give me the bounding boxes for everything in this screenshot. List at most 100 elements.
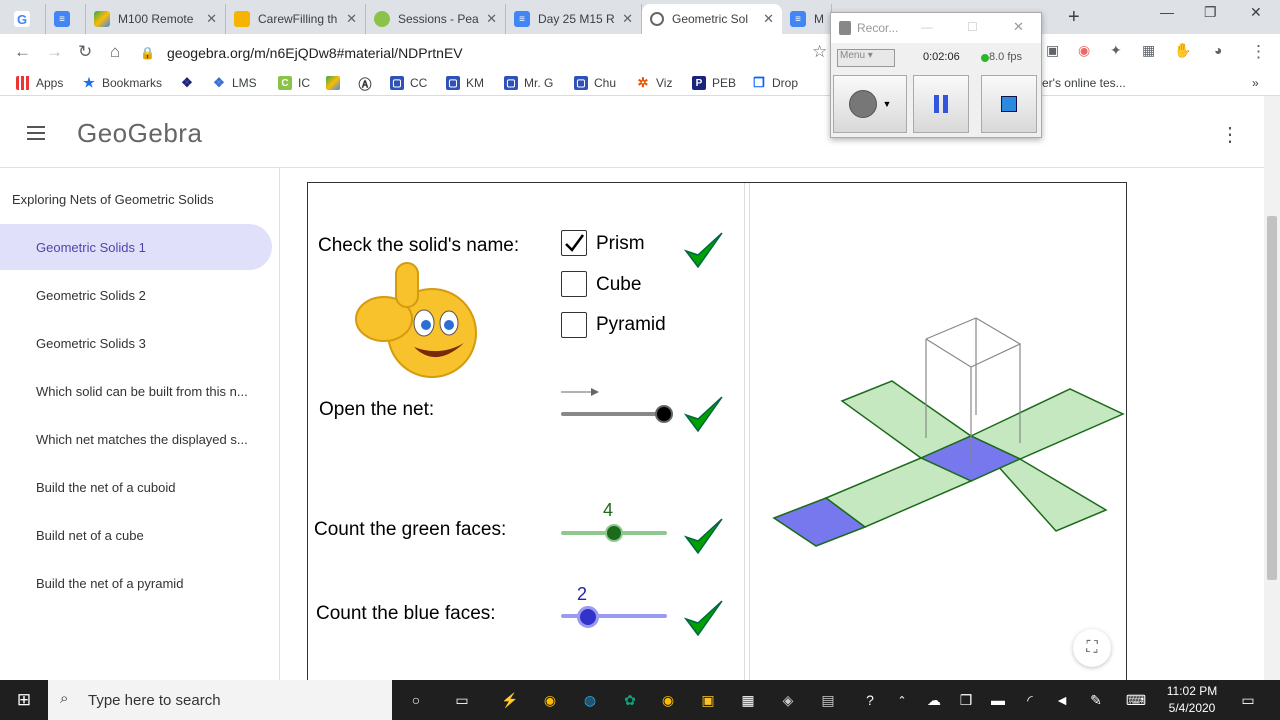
sidebar-item-net-cuboid[interactable]: Build the net of a cuboid — [0, 464, 272, 510]
bookmark-lms[interactable]: ❖ LMS — [212, 75, 257, 90]
blue-slider-knob[interactable] — [577, 606, 599, 628]
record-button[interactable]: ▼ — [833, 75, 907, 133]
more-bookmarks-icon[interactable]: » — [1252, 76, 1259, 90]
help-icon[interactable]: ? — [860, 690, 880, 710]
close-icon[interactable]: ✕ — [486, 11, 497, 27]
cube-checkbox[interactable] — [561, 271, 587, 297]
open-net-slider-knob[interactable] — [655, 405, 673, 423]
battery-icon[interactable]: ▬ — [988, 690, 1008, 710]
keyboard-icon[interactable]: ⌨ — [1126, 690, 1146, 710]
bookmark-ic[interactable]: C IC — [278, 76, 310, 90]
page-scrollbar[interactable] — [1264, 96, 1280, 680]
notifications-icon[interactable]: ▭ — [1238, 690, 1258, 710]
sidebar-item-net-pyramid[interactable]: Build the net of a pyramid — [0, 560, 272, 606]
bookmark-peb[interactable]: P PEB — [692, 76, 736, 90]
green-slider-knob[interactable] — [605, 524, 623, 542]
stop-button[interactable] — [981, 75, 1037, 133]
extension-icon[interactable]: ✋ — [1174, 42, 1191, 59]
bookmark-cc[interactable]: ▢ CC — [390, 76, 427, 90]
tab-google[interactable]: G — [6, 4, 46, 34]
scrollbar-thumb[interactable] — [1267, 216, 1277, 580]
star-icon[interactable]: ☆ — [812, 42, 827, 62]
geogebra-logo[interactable]: GeoGebra — [77, 118, 202, 149]
more-options-icon[interactable]: ⋮ — [1220, 122, 1240, 147]
tab-mc[interactable]: ≡ MC — [782, 4, 832, 34]
bookmark-km[interactable]: ▢ KM — [446, 76, 484, 90]
chrome-icon[interactable]: ◉ — [540, 690, 560, 710]
cortana-icon[interactable]: ○ — [406, 690, 426, 710]
wifi-icon[interactable]: ◜ — [1020, 690, 1040, 710]
bookmark-drive[interactable] — [326, 76, 346, 90]
maximize-button[interactable]: ☐ — [967, 20, 978, 34]
pen-icon[interactable]: ✎ — [1086, 690, 1106, 710]
minimize-button[interactable]: — — [921, 20, 933, 34]
edge-icon[interactable]: ◍ — [580, 690, 600, 710]
recorder-menu-dropdown[interactable]: Menu ▾ — [837, 49, 895, 67]
minimize-button[interactable]: — — [1160, 4, 1174, 20]
taskbar-clock[interactable]: 11:02 PM 5/4/2020 — [1160, 683, 1224, 717]
menu-icon[interactable]: ⋮ — [1250, 42, 1267, 62]
home-icon[interactable]: ⌂ — [110, 42, 120, 62]
close-icon[interactable]: ✕ — [763, 11, 774, 27]
tab-geometric-solids[interactable]: Geometric Sol ✕ — [642, 4, 782, 34]
app-icon[interactable]: ⚡ — [500, 690, 520, 710]
sidebar-item-geometric-solids-3[interactable]: Geometric Solids 3 — [0, 320, 272, 366]
chrome-icon[interactable]: ◉ — [658, 690, 678, 710]
pyramid-checkbox[interactable] — [561, 312, 587, 338]
hamburger-menu-icon[interactable] — [27, 126, 45, 140]
windows-start-icon[interactable]: ⊞ — [14, 690, 34, 710]
bookmark-drop[interactable]: ❒ Drop — [752, 75, 798, 90]
sidebar-item-net-cube[interactable]: Build net of a cube — [0, 512, 272, 558]
extension-icon[interactable]: ✦ — [1110, 42, 1122, 59]
tab-carew[interactable]: CarewFilling th ✕ — [226, 4, 366, 34]
address-bar[interactable]: 🔒 geogebra.org/m/n6EjQDw8#material/NDPrt… — [140, 39, 830, 67]
close-window-button[interactable]: ✕ — [1250, 4, 1262, 21]
bookmark-viz[interactable]: ✲ Viz — [636, 75, 673, 90]
close-icon[interactable]: ✕ — [622, 11, 633, 27]
bookmark-online-test[interactable]: er's online tes... — [1042, 76, 1126, 90]
dropbox-icon[interactable]: ❒ — [956, 690, 976, 710]
extension-icon[interactable]: ◉ — [1078, 42, 1090, 59]
panel-divider[interactable] — [744, 183, 750, 683]
tab-docs[interactable]: ≡ — [46, 4, 86, 34]
close-button[interactable]: ✕ — [1013, 19, 1024, 35]
sidebar-item-which-solid[interactable]: Which solid can be built from this n... — [0, 368, 272, 414]
open-net-slider-track[interactable] — [561, 412, 665, 416]
new-tab-button[interactable]: + — [1068, 6, 1080, 29]
prism-checkbox[interactable] — [561, 230, 587, 256]
sidebar-item-geometric-solids-2[interactable]: Geometric Solids 2 — [0, 272, 272, 318]
fullscreen-button[interactable]: ⛶ — [1073, 629, 1111, 667]
reload-icon[interactable]: ↻ — [78, 42, 92, 62]
restore-button[interactable]: ❐ — [1204, 4, 1217, 21]
bookmark-a[interactable]: Ⓐ — [358, 76, 378, 92]
calculator-icon[interactable]: ▦ — [738, 690, 758, 710]
close-icon[interactable]: ✕ — [346, 11, 357, 27]
extension-icon[interactable]: ▣ — [1046, 42, 1059, 59]
sidebar-item-which-net[interactable]: Which net matches the displayed s... — [0, 416, 272, 462]
app-icon[interactable]: ✿ — [620, 690, 640, 710]
app-icon[interactable]: ◈ — [778, 690, 798, 710]
sidebar-item-geometric-solids-1[interactable]: Geometric Solids 1 — [0, 224, 272, 270]
bookmark-apps[interactable]: Apps — [16, 76, 63, 90]
bookmark-chu[interactable]: ▢ Chu — [574, 76, 616, 90]
tips-icon[interactable]: ▣ — [698, 690, 718, 710]
net-3d-view[interactable] — [758, 303, 1128, 563]
app-icon[interactable]: ▤ — [818, 690, 838, 710]
volume-icon[interactable]: ◄ — [1052, 690, 1072, 710]
tab-day25[interactable]: ≡ Day 25 M15 R ✕ — [506, 4, 642, 34]
bookmark-link[interactable]: ❖ — [180, 75, 200, 90]
avatar[interactable]: ◕ — [1214, 42, 1222, 58]
close-icon[interactable]: ✕ — [206, 11, 217, 27]
back-icon[interactable]: ← — [14, 42, 31, 62]
extension-icon[interactable]: ▦ — [1142, 42, 1155, 59]
chevron-up-icon[interactable]: ⌃ — [892, 690, 912, 710]
taskbar-search-box[interactable]: ⌕ Type here to search — [48, 680, 392, 720]
bookmark-mrg[interactable]: ▢ Mr. G — [504, 76, 553, 90]
onedrive-icon[interactable]: ☁ — [924, 690, 944, 710]
pause-button[interactable] — [913, 75, 969, 133]
forward-icon[interactable]: → — [46, 42, 63, 62]
tab-m100[interactable]: M100 Remote ✕ — [86, 4, 226, 34]
bookmark-bookmarks[interactable]: ★ Bookmarks — [82, 75, 162, 90]
tab-sessions[interactable]: Sessions - Pea ✕ — [366, 4, 506, 34]
task-view-icon[interactable]: ▭ — [452, 690, 472, 710]
